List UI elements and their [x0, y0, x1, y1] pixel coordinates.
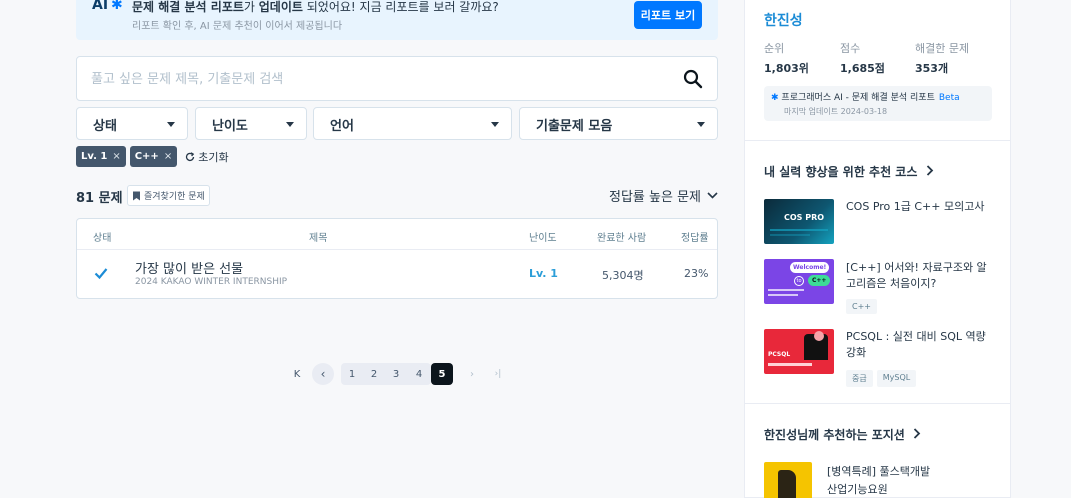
- next-page-button[interactable]: ›: [461, 363, 483, 385]
- remove-icon[interactable]: ×: [112, 151, 120, 162]
- sparkle-icon: ✱: [771, 93, 779, 103]
- solved-check-icon: [94, 268, 108, 280]
- status-select[interactable]: 상태: [76, 107, 188, 140]
- course-card[interactable]: COS PRO COS Pro 1급 C++ 모의고사: [764, 199, 992, 244]
- problem-accept-rate: 23%: [684, 267, 709, 280]
- solved-label: 해결한 문제: [915, 42, 970, 55]
- caret-down-icon: [697, 122, 705, 127]
- course-tag: 중급: [846, 370, 873, 387]
- course-title: COS Pro 1급 C++ 모의고사: [846, 200, 985, 213]
- solved-value: 353개: [915, 62, 949, 75]
- remove-icon[interactable]: ×: [164, 151, 172, 162]
- beta-badge: Beta: [938, 93, 960, 103]
- col-header-status: 상태: [93, 233, 112, 244]
- search-input[interactable]: [91, 69, 671, 89]
- header-divider: [77, 249, 717, 250]
- reset-filters-button[interactable]: 초기화: [185, 149, 229, 165]
- problem-solved-count: 5,304명: [602, 269, 644, 282]
- ai-logo: AI ✱: [92, 0, 123, 13]
- filter-chip-language[interactable]: C++ ×: [129, 146, 178, 167]
- rank-value: 1,803위: [764, 62, 809, 75]
- page-button-5-current[interactable]: 5: [431, 363, 453, 385]
- divider: [745, 140, 1010, 141]
- divider: [745, 403, 1010, 404]
- problem-table: 상태 제목 난이도 완료한 사람 정답률 가장 많이 받은 선물 2024 KA…: [76, 218, 718, 299]
- ai-label: AI: [92, 0, 109, 13]
- ai-report-banner: AI ✱ 문제 해결 분석 리포트가 업데이트 되었어요! 지금 리포트를 보러…: [76, 0, 718, 40]
- problem-level: Lv. 1: [529, 267, 558, 280]
- course-thumbnail: COS PRO: [764, 199, 834, 244]
- first-page-button[interactable]: K: [286, 363, 308, 385]
- search-box: [76, 56, 718, 101]
- collection-select[interactable]: 기출문제 모음: [519, 107, 718, 140]
- col-header-title: 제목: [309, 233, 328, 244]
- course-tag: C++: [846, 299, 877, 314]
- favorites-filter-button[interactable]: 즐겨찾기한 문제: [127, 185, 210, 206]
- course-title: [C++] 어서와! 자료구조와 알고리즘은 처음이지?: [846, 261, 987, 290]
- chevron-right-icon: [926, 165, 933, 176]
- banner-title: 문제 해결 분석 리포트가 업데이트 되었어요! 지금 리포트를 보러 갈까요?: [132, 0, 499, 14]
- ai-report-link[interactable]: ✱ 프로그래머스 AI - 문제 해결 분석 리포트 Beta 마지막 업데이트 …: [764, 86, 992, 121]
- list-toolbar: 81 문제 즐겨찾기한 문제 정답률 높은 문제: [76, 185, 718, 207]
- page-button-4[interactable]: 4: [407, 363, 431, 385]
- problem-source: 2024 KAKAO WINTER INTERNSHIP: [135, 277, 288, 287]
- page-button-3[interactable]: 3: [385, 363, 407, 385]
- last-page-button[interactable]: ›|: [487, 363, 509, 385]
- page-button-2[interactable]: 2: [363, 363, 385, 385]
- report-updated: 마지막 업데이트 2024-03-18: [784, 107, 888, 116]
- col-header-rate: 정답률: [681, 233, 709, 244]
- col-header-solved: 완료한 사람: [597, 233, 647, 244]
- col-header-level: 난이도: [529, 233, 557, 244]
- refresh-icon: [186, 151, 195, 161]
- score-value: 1,685점: [840, 62, 885, 75]
- search-icon[interactable]: [683, 69, 703, 89]
- page-button-1[interactable]: 1: [341, 363, 363, 385]
- company-logo: [764, 462, 812, 498]
- difficulty-select[interactable]: 난이도: [195, 107, 307, 140]
- sidebar: 한진성 순위 점수 해결한 문제 1,803위 1,685점 353개 ✱ 프로…: [744, 0, 1011, 498]
- rank-label: 순위: [764, 42, 785, 55]
- course-thumbnail: Welcome! to C++: [764, 259, 834, 304]
- sparkle-icon: ✱: [111, 0, 123, 13]
- view-report-button[interactable]: 리포트 보기: [634, 1, 702, 29]
- chevron-right-icon: [913, 428, 921, 439]
- course-tag: MySQL: [876, 370, 917, 387]
- user-name[interactable]: 한진성: [764, 10, 803, 30]
- sort-select[interactable]: 정답률 높은 문제: [609, 186, 718, 205]
- course-card[interactable]: Welcome! to C++ [C++] 어서와! 자료구조와 알고리즘은 처…: [764, 259, 992, 314]
- problem-title-link[interactable]: 가장 많이 받은 선물: [135, 258, 243, 277]
- recommended-positions-heading[interactable]: 한진성님께 추천하는 포지션: [764, 426, 921, 443]
- recommended-courses-heading[interactable]: 내 실력 향상을 위한 추천 코스: [764, 163, 934, 180]
- caret-down-icon: [491, 122, 499, 127]
- caret-down-icon: [286, 122, 294, 127]
- position-title-link[interactable]: [병역특례] 풀스택개발 산업기능요원: [827, 463, 930, 498]
- chevron-down-icon: [707, 192, 718, 199]
- active-filters: Lv. 1 × C++ × 초기화: [76, 146, 229, 167]
- prev-page-button[interactable]: ‹: [312, 363, 334, 385]
- language-select[interactable]: 언어: [313, 107, 512, 140]
- course-title: PCSQL : 실전 대비 SQL 역량 강화: [846, 330, 986, 359]
- caret-down-icon: [167, 122, 175, 127]
- filter-chip-level[interactable]: Lv. 1 ×: [76, 146, 126, 167]
- banner-subtitle: 리포트 확인 후, AI 문제 추천이 이어서 제공됩니다: [132, 21, 343, 32]
- problem-count: 81 문제: [76, 191, 123, 206]
- course-card[interactable]: PCSQL PCSQL : 실전 대비 SQL 역량 강화 중급 MySQL: [764, 329, 992, 387]
- course-thumbnail: PCSQL: [764, 329, 834, 374]
- score-label: 점수: [840, 42, 861, 55]
- bookmark-icon: [133, 191, 140, 200]
